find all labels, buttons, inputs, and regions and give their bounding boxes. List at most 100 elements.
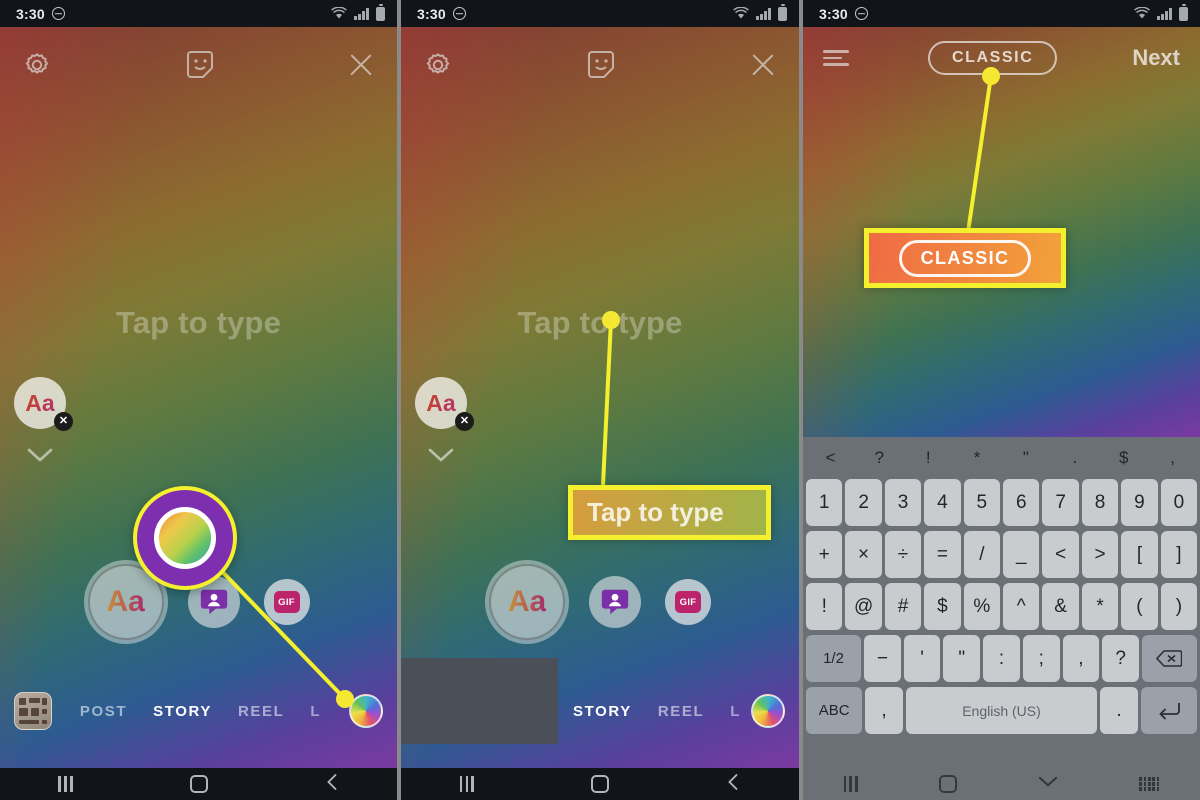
key-less-than[interactable]: <	[1042, 531, 1079, 578]
key-4[interactable]: 4	[924, 479, 961, 526]
back-icon[interactable]	[726, 773, 740, 796]
key-bracket-close[interactable]: ]	[1160, 531, 1198, 578]
recents-icon[interactable]	[459, 776, 474, 792]
key-asterisk[interactable]: *	[1081, 583, 1119, 630]
text-style-chip[interactable]: Aa ✕	[415, 377, 474, 431]
tap-to-type-placeholder[interactable]: Tap to type	[0, 305, 397, 341]
sticker-icon[interactable]	[585, 49, 617, 81]
recents-icon[interactable]	[58, 776, 73, 792]
chevron-down-icon[interactable]	[1038, 775, 1058, 793]
keyboard-switch-icon[interactable]	[1139, 777, 1160, 791]
color-wheel-icon[interactable]	[349, 694, 383, 728]
suggestion-key[interactable]: "	[1002, 448, 1051, 468]
text-style-chip[interactable]: Aa ✕	[14, 377, 73, 431]
key-6[interactable]: 6	[1003, 479, 1040, 526]
key-plus[interactable]: +	[806, 531, 843, 578]
keyboard-row-numbers: 1 2 3 4 5 6 7 8 9 0	[806, 479, 1198, 526]
cell-signal-icon	[1157, 7, 1172, 20]
text-tool-label: Aa	[507, 585, 547, 618]
mode-story[interactable]: STORY	[153, 703, 212, 720]
suggestion-key[interactable]: !	[904, 448, 953, 468]
abc-key[interactable]: ABC	[806, 687, 863, 734]
font-style-button[interactable]: CLASSIC	[927, 41, 1058, 75]
recents-icon[interactable]	[843, 776, 858, 792]
backspace-icon[interactable]	[1141, 635, 1198, 682]
suggestion-key[interactable]: <	[806, 448, 855, 468]
key-0[interactable]: 0	[1160, 479, 1198, 526]
key-question[interactable]: ?	[1102, 635, 1139, 682]
key-comma[interactable]: ,	[1062, 635, 1100, 682]
gear-icon[interactable]	[423, 50, 453, 80]
close-icon[interactable]	[749, 51, 777, 79]
avatar-icon[interactable]	[589, 576, 641, 628]
suggestion-key[interactable]: ?	[855, 448, 904, 468]
story-canvas[interactable]: Tap to type Aa ✕ Aa GIF STORY REEL L	[401, 27, 799, 768]
gif-button[interactable]: GIF	[665, 579, 711, 625]
key-2[interactable]: 2	[845, 479, 882, 526]
close-badge-icon[interactable]: ✕	[54, 412, 73, 431]
gear-icon[interactable]	[22, 50, 52, 80]
key-underscore[interactable]: _	[1003, 531, 1040, 578]
key-paren-close[interactable]: )	[1160, 583, 1198, 630]
key-ampersand[interactable]: &	[1042, 583, 1079, 630]
key-5[interactable]: 5	[963, 479, 1001, 526]
mode-live[interactable]: L	[730, 703, 741, 720]
next-button[interactable]: Next	[1132, 45, 1180, 71]
key-equals[interactable]: =	[924, 531, 961, 578]
key-apostrophe[interactable]: '	[903, 635, 941, 682]
symbol-page-toggle[interactable]: 1/2	[806, 635, 862, 682]
gallery-thumbnail-icon[interactable]	[14, 692, 52, 730]
mode-story[interactable]: STORY	[573, 703, 632, 720]
key-caret[interactable]: ^	[1003, 583, 1040, 630]
space-key[interactable]: English (US)	[905, 687, 1098, 734]
key-9[interactable]: 9	[1121, 479, 1158, 526]
wifi-icon	[331, 6, 348, 20]
key-divide[interactable]: ÷	[884, 531, 922, 578]
close-icon[interactable]	[347, 51, 375, 79]
key-hash[interactable]: #	[884, 583, 922, 630]
suggestion-key[interactable]: ,	[1148, 448, 1197, 468]
enter-icon[interactable]	[1140, 687, 1197, 734]
suggestion-key[interactable]: .	[1050, 448, 1099, 468]
key-colon[interactable]: :	[983, 635, 1020, 682]
text-align-icon[interactable]	[823, 47, 853, 69]
key-slash[interactable]: /	[963, 531, 1001, 578]
suggestion-key[interactable]: *	[953, 448, 1002, 468]
key-paren-open[interactable]: (	[1121, 583, 1158, 630]
gif-button[interactable]: GIF	[263, 579, 310, 625]
key-dollar[interactable]: $	[924, 583, 961, 630]
home-icon[interactable]	[591, 775, 610, 793]
key-7[interactable]: 7	[1042, 479, 1079, 526]
tap-to-type-placeholder[interactable]: Tap to type	[401, 305, 799, 341]
key-1[interactable]: 1	[806, 479, 843, 526]
key-period[interactable]: .	[1100, 687, 1138, 734]
story-canvas[interactable]: Tap to type Aa ✕ Aa GIF POST STORY REEL …	[0, 27, 397, 768]
key-at[interactable]: @	[845, 583, 882, 630]
key-times[interactable]: ×	[845, 531, 882, 578]
text-tool-button[interactable]: Aa	[489, 564, 565, 640]
home-icon[interactable]	[938, 775, 957, 793]
mode-live[interactable]: L	[310, 703, 321, 720]
key-greater-than[interactable]: >	[1081, 531, 1119, 578]
suggestion-key[interactable]: $	[1099, 448, 1148, 468]
close-badge-icon[interactable]: ✕	[455, 412, 474, 431]
mode-reel[interactable]: REEL	[238, 703, 284, 720]
key-8[interactable]: 8	[1081, 479, 1119, 526]
chevron-down-icon[interactable]	[427, 447, 455, 463]
key-exclamation[interactable]: !	[806, 583, 843, 630]
key-dash[interactable]: −	[864, 635, 901, 682]
mode-reel[interactable]: REEL	[658, 703, 704, 720]
color-wheel-icon[interactable]	[751, 694, 785, 728]
key-quote[interactable]: "	[943, 635, 981, 682]
sticker-icon[interactable]	[184, 49, 216, 81]
key-comma-bottom[interactable]: ,	[865, 687, 903, 734]
home-icon[interactable]	[189, 775, 208, 793]
key-semicolon[interactable]: ;	[1022, 635, 1060, 682]
key-percent[interactable]: %	[963, 583, 1001, 630]
chevron-down-icon[interactable]	[26, 447, 54, 463]
wifi-icon	[1134, 6, 1151, 20]
key-bracket-open[interactable]: [	[1121, 531, 1158, 578]
mode-post[interactable]: POST	[80, 703, 127, 720]
key-3[interactable]: 3	[884, 479, 922, 526]
back-icon[interactable]	[325, 773, 339, 796]
